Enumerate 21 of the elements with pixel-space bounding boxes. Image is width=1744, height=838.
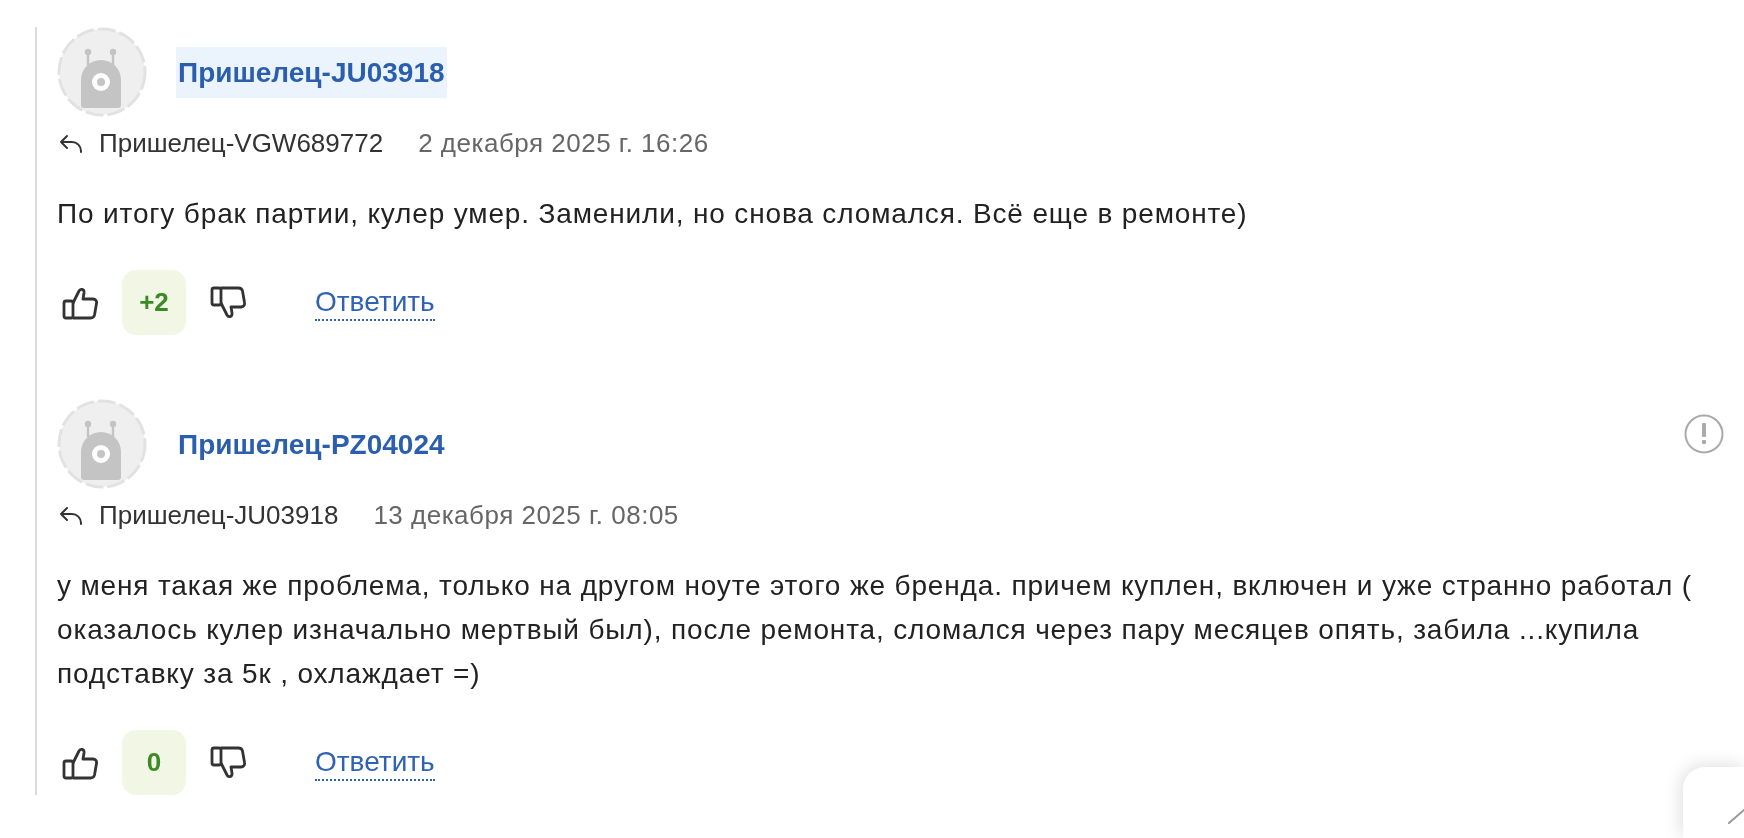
alien-avatar-icon [57, 27, 147, 117]
reply-arrow-icon [59, 505, 83, 525]
thumbs-up-icon[interactable] [62, 285, 98, 320]
thumbs-down-icon[interactable] [210, 285, 246, 320]
reply-to-name: Пришелец-VGW689772 [99, 127, 384, 159]
thumbs-down-icon[interactable] [210, 745, 246, 780]
comment-text: По итогу брак партии, кулер умер. Заменили, но снова сломался. Всё еще в ремонте) [57, 197, 1249, 231]
thumbs-up-icon[interactable] [62, 745, 98, 780]
reply-link[interactable]: Ответить [315, 744, 435, 781]
comment-date: 2 декабря 2025 г. 16:26 [418, 127, 709, 159]
username-link[interactable]: Пришелец-JU03918 [176, 46, 447, 98]
reply-to-name: Пришелец-JU03918 [99, 499, 339, 531]
username-link[interactable]: Пришелец-PZ04024 [176, 418, 447, 470]
score-badge: 0 [122, 730, 186, 795]
alien-avatar-icon [57, 399, 147, 489]
slash-icon [1728, 808, 1744, 824]
reply-link[interactable]: Ответить [315, 284, 435, 321]
comment-text: у меня такая же проблема, только на другом ноуте этого же бренда. причем куплен, включен и уже странно работал ( оказалось кулер изначально мертвый был), после ремонта, сломался через пару месяцев опять, забила ...купила подставку за 5к , охлаждает =) [57, 569, 1694, 691]
comment-date: 13 декабря 2025 г. 08:05 [373, 499, 679, 531]
reply-arrow-icon [59, 133, 83, 153]
score-badge: +2 [122, 270, 186, 335]
